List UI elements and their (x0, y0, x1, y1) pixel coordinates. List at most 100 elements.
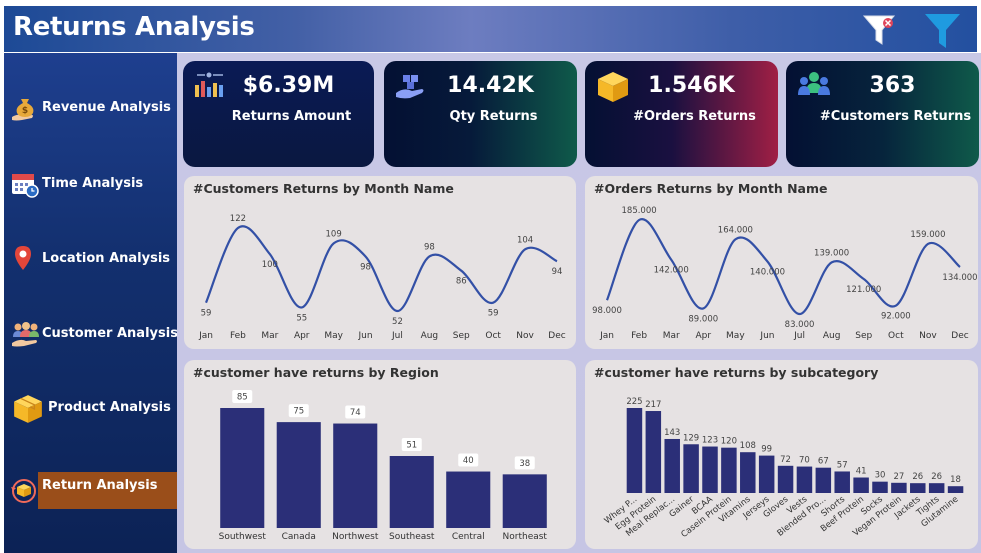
data-point[interactable] (459, 268, 464, 273)
bar[interactable] (740, 452, 756, 493)
data-point[interactable] (555, 259, 560, 264)
map-pin-icon (15, 246, 31, 270)
bar[interactable] (446, 471, 491, 528)
x-tick-label: Aug (823, 331, 841, 341)
bar[interactable] (891, 482, 907, 493)
data-point[interactable] (925, 241, 930, 246)
data-point[interactable] (829, 260, 834, 265)
data-point[interactable] (491, 300, 496, 305)
data-point[interactable] (893, 303, 898, 308)
bar[interactable] (721, 447, 737, 493)
kpi-card-returns-amount[interactable]: $6.39M Returns Amount (183, 61, 374, 167)
data-point[interactable] (765, 259, 770, 264)
kpi-value: 14.42K (447, 73, 534, 98)
bar[interactable] (389, 456, 434, 528)
filter-clear-icon[interactable] (861, 10, 901, 50)
sidebar-item-label: Revenue Analysis (42, 100, 171, 115)
data-label: 52 (392, 317, 403, 327)
data-point[interactable] (637, 218, 642, 223)
bar[interactable] (910, 483, 926, 493)
x-tick-label: Mar (663, 331, 680, 341)
kpi-value: $6.39M (242, 73, 335, 98)
bar[interactable] (928, 483, 945, 493)
data-label: 74 (350, 408, 361, 418)
data-point[interactable] (861, 276, 866, 281)
bar[interactable] (645, 411, 662, 493)
sidebar-item-product-analysis[interactable]: Product Analysis (4, 389, 177, 429)
sidebar-item-time-analysis[interactable]: Time Analysis (4, 165, 177, 205)
x-tick-label: Canada (282, 532, 316, 542)
bar[interactable] (796, 466, 813, 493)
data-point[interactable] (427, 254, 432, 259)
bar[interactable] (502, 474, 547, 528)
data-point[interactable] (204, 300, 209, 305)
bar[interactable] (758, 455, 775, 493)
data-point[interactable] (267, 252, 272, 257)
bar[interactable] (815, 467, 832, 493)
data-point[interactable] (395, 309, 400, 314)
x-tick-label: Northeast (503, 532, 548, 542)
chart-panel-customers-by-region[interactable]: #customer have returns by Region 85 South… (184, 360, 576, 549)
kpi-card-customers-returns[interactable]: 363 #Customers Returns (786, 61, 979, 167)
data-label: 85 (237, 393, 248, 403)
x-tick-label: Northwest (332, 532, 379, 542)
bar[interactable] (333, 423, 378, 528)
kpi-card-qty-returns[interactable]: 14.42K Qty Returns (384, 61, 577, 167)
bar[interactable] (683, 444, 699, 493)
sidebar-item-revenue-analysis[interactable]: $ Revenue Analysis (4, 89, 177, 129)
data-point[interactable] (299, 305, 304, 310)
sidebar-nav: $ Revenue Analysis Time Analysis Locatio… (4, 53, 178, 553)
data-point[interactable] (733, 237, 738, 242)
box-icon (14, 395, 42, 423)
bar[interactable] (220, 408, 265, 528)
data-point[interactable] (363, 254, 368, 259)
bar[interactable] (777, 465, 794, 493)
chart-panel-customers-by-month[interactable]: #Customers Returns by Month Name 59 Jan 12… (184, 176, 576, 349)
data-point[interactable] (669, 257, 674, 262)
kpi-card-orders-returns[interactable]: 1.546K #Orders Returns (585, 61, 778, 167)
data-label: 225 (626, 397, 642, 407)
chart-panel-orders-by-month[interactable]: #Orders Returns by Month Name 98.000 Jan 1… (585, 176, 978, 349)
bar[interactable] (276, 422, 321, 528)
bar[interactable] (947, 486, 964, 493)
data-label: 98 (424, 242, 435, 252)
data-point[interactable] (958, 265, 963, 270)
filter-icon[interactable] (922, 10, 962, 50)
bar[interactable] (664, 438, 680, 493)
sidebar-item-location-analysis[interactable]: Location Analysis (4, 240, 177, 280)
data-point[interactable] (797, 312, 802, 317)
sidebar-item-customer-analysis[interactable]: Customer Analysis (4, 315, 178, 355)
data-point[interactable] (605, 298, 610, 303)
bar[interactable] (834, 471, 850, 493)
x-tick-label: Aug (421, 331, 439, 341)
data-label: 40 (463, 456, 474, 466)
data-point[interactable] (331, 241, 336, 246)
bar[interactable] (853, 477, 869, 493)
bar[interactable] (702, 446, 718, 493)
data-label: 121.000 (846, 285, 881, 295)
data-point[interactable] (523, 247, 528, 252)
data-label: 122 (230, 214, 246, 224)
data-label: 98.000 (592, 306, 622, 316)
data-label: 94 (552, 267, 563, 277)
money-bag-icon: $ (12, 99, 34, 121)
x-tick-label: Jan (599, 331, 614, 341)
sidebar-item-return-analysis[interactable]: Return Analysis (4, 472, 178, 512)
data-label: 164.000 (718, 225, 753, 235)
bar[interactable] (626, 408, 643, 493)
x-tick-label: Central (452, 532, 485, 542)
data-label: 89.000 (688, 314, 718, 324)
chart-panel-customers-by-subcategory[interactable]: #customer have returns by subcategory 22… (585, 360, 978, 549)
data-label: 217 (645, 400, 661, 410)
data-point[interactable] (701, 306, 706, 311)
data-label: 41 (856, 467, 867, 477)
data-label: 70 (799, 456, 810, 466)
data-label: 104 (517, 235, 533, 245)
x-tick-label: Sep (453, 331, 470, 341)
svg-text:$: $ (22, 106, 28, 116)
kpi-label: #Orders Returns (633, 109, 756, 124)
data-label: 57 (837, 460, 848, 470)
bar[interactable] (872, 481, 888, 493)
data-label: 109 (326, 229, 342, 239)
data-point[interactable] (235, 226, 240, 231)
